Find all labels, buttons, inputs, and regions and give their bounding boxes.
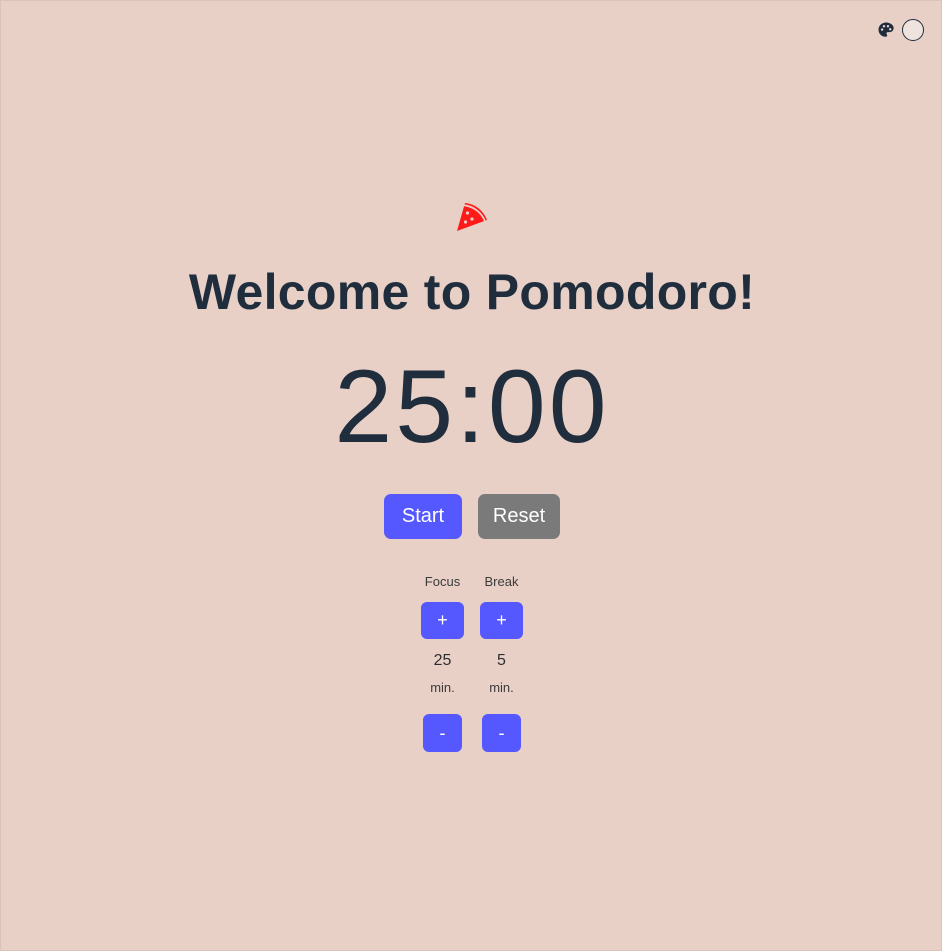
top-right-toolbar	[876, 19, 924, 41]
focus-value: 25	[433, 652, 452, 669]
timer-controls: Start Reset	[1, 494, 942, 539]
break-unit: min.	[489, 680, 514, 695]
break-label: Break	[484, 574, 519, 589]
reset-button[interactable]: Reset	[478, 494, 560, 539]
start-button[interactable]: Start	[384, 494, 462, 539]
theme-toggle-button[interactable]	[902, 19, 924, 41]
duration-settings: Focus + 25 min. - Break + 5 min. -	[1, 574, 942, 752]
break-setting: Break + 5 min. -	[480, 574, 523, 752]
page-title: Welcome to Pomodoro!	[188, 264, 756, 320]
break-increment-button[interactable]: +	[480, 602, 523, 639]
break-value: 5	[497, 652, 506, 669]
focus-unit: min.	[430, 680, 455, 695]
focus-setting: Focus + 25 min. -	[421, 574, 464, 752]
focus-label: Focus	[424, 574, 461, 589]
break-decrement-button[interactable]: -	[482, 714, 521, 752]
timer-display: 25:00	[334, 349, 610, 465]
pizza-slice-icon	[455, 199, 489, 233]
focus-increment-button[interactable]: +	[421, 602, 464, 639]
palette-icon[interactable]	[876, 20, 896, 40]
focus-decrement-button[interactable]: -	[423, 714, 462, 752]
